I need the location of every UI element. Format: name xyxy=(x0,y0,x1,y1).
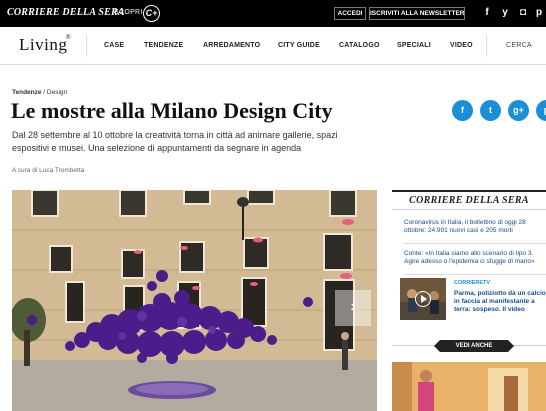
main-nav: Living ® CASE TENDENZE ARREDAMENTO CITY … xyxy=(0,27,546,65)
corriere-logo[interactable]: CORRIERE DELLA SERA xyxy=(7,7,125,18)
nav-item-case[interactable]: CASE xyxy=(104,42,124,49)
courtyard-photo xyxy=(12,190,377,411)
registered-mark: ® xyxy=(66,35,71,41)
breadcrumb: Tendenze / Design xyxy=(12,89,67,96)
breadcrumb-section[interactable]: Tendenze xyxy=(12,89,42,96)
instagram-icon[interactable]: ◘ xyxy=(517,6,529,20)
nav-item-catalogo[interactable]: CATALOGO xyxy=(339,42,380,49)
hero-image[interactable]: › xyxy=(12,190,377,411)
related-photo xyxy=(392,362,546,411)
sidebar: CORRIERE DELLA SERA Coronavirus in Itali… xyxy=(392,190,546,411)
nav-divider xyxy=(86,35,87,57)
sidebar-news-item[interactable]: Coronavirus in Italia, il bollettino di … xyxy=(404,219,546,235)
breadcrumb-subsection[interactable]: Design xyxy=(47,89,67,96)
living-logo[interactable]: Living xyxy=(19,35,67,55)
twitter-icon[interactable]: y xyxy=(499,6,511,20)
corriere-tv-label[interactable]: CORRIERETV xyxy=(454,280,490,286)
related-article-image[interactable] xyxy=(392,362,546,411)
article-subtitle: Dal 28 settembre al 10 ottobre la creati… xyxy=(12,130,338,153)
sidebar-news-item[interactable]: Conte: «In Italia siamo allo scenario di… xyxy=(404,250,546,266)
pinterest-icon[interactable]: p xyxy=(533,6,545,20)
sidebar-corriere-logo[interactable]: CORRIERE DELLA SERA xyxy=(392,190,546,210)
sidebar-divider xyxy=(404,274,546,275)
login-button[interactable]: ACCEDI xyxy=(334,7,366,20)
corriere-tv-thumbnail[interactable] xyxy=(400,278,446,320)
share-googleplus-icon[interactable]: g+ xyxy=(508,100,529,121)
nav-item-arredamento[interactable]: ARREDAMENTO xyxy=(203,42,260,49)
article-author: A cura di Luca Trombetta xyxy=(12,167,85,174)
play-icon[interactable] xyxy=(415,291,431,307)
share-twitter-icon[interactable]: t xyxy=(480,100,501,121)
nav-item-city-guide[interactable]: CITY GUIDE xyxy=(278,42,320,49)
nav-item-tendenze[interactable]: TENDENZE xyxy=(144,42,183,49)
share-facebook-icon[interactable]: f xyxy=(452,100,473,121)
scopri-label[interactable]: SCOPRI xyxy=(114,9,143,16)
gallery-next-button[interactable]: › xyxy=(335,290,371,326)
article-title: Le mostre alla Milano Design City xyxy=(11,98,333,123)
corriere-plus-icon[interactable]: C+ xyxy=(143,5,160,22)
share-pinterest-icon[interactable]: p xyxy=(536,100,546,121)
corriere-tv-headline[interactable]: Parma, poliziotto dà un calcio in faccia… xyxy=(454,290,546,314)
nav-item-speciali[interactable]: SPECIALI xyxy=(397,42,431,49)
top-bar: CORRIERE DELLA SERA SCOPRI C+ ACCEDI ISC… xyxy=(0,0,546,27)
nav-divider xyxy=(486,35,487,57)
page: CORRIERE DELLA SERA SCOPRI C+ ACCEDI ISC… xyxy=(0,0,546,411)
sidebar-divider xyxy=(404,243,546,244)
search-button[interactable]: CERCA xyxy=(506,42,532,49)
vedi-anche-badge: VEDI ANCHE xyxy=(434,340,514,352)
facebook-icon[interactable]: f xyxy=(481,6,493,20)
newsletter-button[interactable]: ISCRIVITI ALLA NEWSLETTER xyxy=(369,7,465,20)
nav-item-video[interactable]: VIDEO xyxy=(450,42,473,49)
